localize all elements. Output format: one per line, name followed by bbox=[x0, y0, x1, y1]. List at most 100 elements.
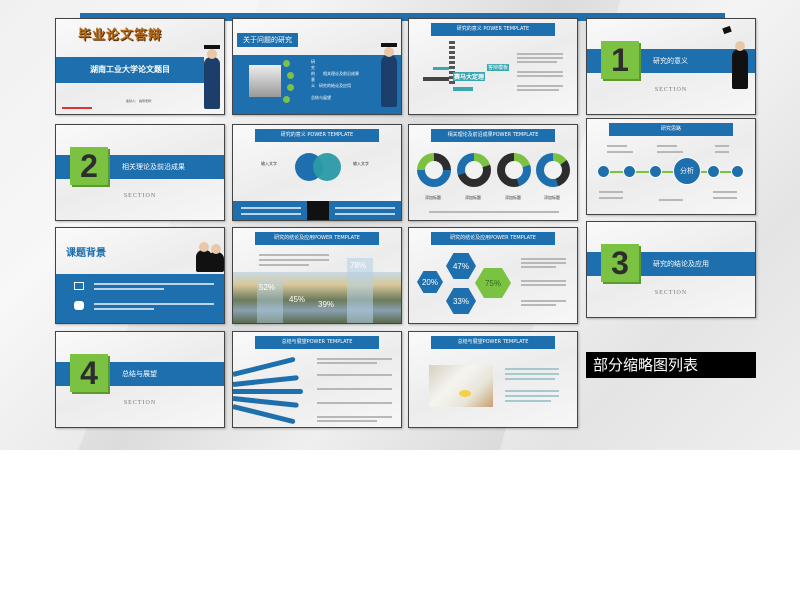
slide-thumbnail-15[interactable]: 总结与展望POWER TEMPLATE bbox=[408, 331, 578, 428]
slide-thumbnail-8[interactable]: 研究思路 分析 bbox=[586, 118, 756, 215]
decoration bbox=[505, 161, 523, 179]
slide-thumbnail-7[interactable]: 相关理论及前沿成果POWER TEMPLATE 添加标题 添加标题 添加标题 添… bbox=[408, 124, 578, 221]
cover-meta: 答辩人： 指导老师： bbox=[126, 99, 154, 103]
placeholder-text-line bbox=[317, 402, 392, 404]
lab-photo bbox=[429, 365, 493, 407]
placeholder-text-line bbox=[607, 145, 627, 147]
footer-photo bbox=[307, 201, 329, 220]
graduate-figure bbox=[732, 41, 748, 89]
slide-thumbnail-9[interactable]: 课题背景 bbox=[55, 227, 225, 324]
slide-thumbnail-10[interactable]: 研究的结论及应用POWER TEMPLATE 52% 45% 39% 78% bbox=[232, 227, 402, 324]
graduates-figure bbox=[208, 244, 224, 272]
slide-ribbon: 研究思路 bbox=[603, 123, 739, 138]
slide-ribbon: 研究的意义 POWER TEMPLATE bbox=[425, 23, 561, 38]
slide-thumbnail-5[interactable]: 2 相关理论及前沿成果 SECTION bbox=[55, 124, 225, 221]
placeholder-text-line bbox=[335, 213, 395, 215]
placeholder-text-line bbox=[505, 378, 555, 380]
decoration bbox=[204, 45, 220, 49]
graduate-figure bbox=[204, 45, 220, 109]
flow-node bbox=[597, 165, 610, 178]
decoration bbox=[381, 43, 397, 47]
placeholder-text-line bbox=[94, 303, 214, 305]
placeholder-text-line bbox=[259, 264, 309, 266]
stat-value: 52% bbox=[259, 283, 276, 292]
slide-ribbon: 总结与展望POWER TEMPLATE bbox=[425, 336, 561, 351]
placeholder-text-line bbox=[521, 262, 566, 264]
donut-label: 添加标题 bbox=[465, 195, 481, 200]
placeholder-text-line bbox=[713, 197, 737, 199]
contents-heading: 关于问题的研究 bbox=[237, 33, 298, 47]
placeholder-text-line bbox=[517, 61, 557, 63]
placeholder-text-line bbox=[241, 213, 301, 215]
placeholder-text-line bbox=[715, 145, 729, 147]
decoration bbox=[425, 161, 443, 179]
section-title: 相关理论及前沿成果 bbox=[122, 163, 185, 171]
placeholder-text-line bbox=[657, 151, 683, 153]
venn-right-label: 输入文字 bbox=[353, 161, 369, 166]
section-subtitle: SECTION bbox=[654, 87, 688, 93]
wordcloud-word bbox=[433, 67, 449, 70]
placeholder-text-line bbox=[521, 280, 566, 282]
decoration bbox=[207, 49, 217, 59]
cover-subtitle: 湖南工业大学论文题目 bbox=[90, 65, 170, 74]
decoration bbox=[735, 41, 745, 51]
placeholder-text-line bbox=[317, 358, 392, 360]
placeholder-text-line bbox=[517, 75, 563, 77]
decoration bbox=[544, 161, 562, 179]
stat-value: 45% bbox=[289, 295, 306, 304]
thumbnail-gallery: 毕业论文答辩 湖南工业大学论文题目 答辩人： 指导老师： 关于问题的研究 研究的… bbox=[0, 0, 800, 450]
slide-ribbon: 总结与展望POWER TEMPLATE bbox=[249, 336, 385, 351]
placeholder-text-line bbox=[94, 283, 214, 285]
contents-photo bbox=[249, 65, 281, 97]
phone-icon bbox=[74, 301, 84, 310]
placeholder-text-line bbox=[317, 362, 377, 364]
placeholder-text-line bbox=[317, 374, 392, 376]
flow-node bbox=[623, 165, 636, 178]
placeholder-text-line bbox=[94, 288, 164, 290]
slide-thumbnail-1[interactable]: 毕业论文答辩 湖南工业大学论文题目 答辩人： 指导老师： bbox=[55, 18, 225, 115]
placeholder-text-line bbox=[505, 395, 559, 397]
slide-thumbnail-3[interactable]: 研究的意义 POWER TEMPLATE 答辩模板 赛马大定理 bbox=[408, 18, 578, 115]
slide-ribbon: 研究的意义 POWER TEMPLATE bbox=[249, 129, 385, 144]
slide-thumbnail-6[interactable]: 研究的意义 POWER TEMPLATE 输入文字 输入文字 bbox=[232, 124, 402, 221]
slide-thumbnail-12[interactable]: 3 研究的结论及应用 SECTION bbox=[586, 221, 756, 318]
wordcloud-word bbox=[423, 77, 449, 81]
slide-thumbnail-4[interactable]: 1 研究的意义 SECTION bbox=[586, 18, 756, 115]
decoration bbox=[199, 242, 209, 252]
donut-chart bbox=[417, 153, 451, 187]
stat-value: 39% bbox=[318, 300, 335, 309]
donut-chart bbox=[536, 153, 570, 187]
gallery-caption: 部分缩略图列表 bbox=[586, 352, 756, 378]
donut-label: 添加标题 bbox=[544, 195, 560, 200]
yolk-detail bbox=[459, 390, 471, 397]
slide-thumbnail-2[interactable]: 关于问题的研究 研究的意义 相关理论及前沿成果 研究的结论及应用 总结与展望 bbox=[232, 18, 402, 115]
slide-heading: 课题背景 bbox=[66, 248, 106, 259]
placeholder-text-line bbox=[317, 420, 377, 422]
slide-thumbnail-11[interactable]: 研究的结论及应用POWER TEMPLATE 47% 20% 75% 33% bbox=[408, 227, 578, 324]
section-subtitle: SECTION bbox=[123, 193, 157, 199]
placeholder-text-line bbox=[259, 259, 329, 261]
placeholder-text-line bbox=[259, 254, 329, 256]
placeholder-text-line bbox=[517, 89, 559, 91]
section-title: 研究的结论及应用 bbox=[653, 260, 709, 268]
placeholder-text-line bbox=[607, 151, 633, 153]
placeholder-text-line bbox=[517, 57, 563, 59]
placeholder-text-line bbox=[715, 151, 729, 153]
donut-label: 添加标题 bbox=[505, 195, 521, 200]
stat-value: 78% bbox=[350, 261, 367, 270]
section-title: 研究的意义 bbox=[653, 57, 688, 65]
section-subtitle: SECTION bbox=[123, 400, 157, 406]
placeholder-text-line bbox=[94, 308, 154, 310]
placeholder-text-line bbox=[659, 199, 683, 201]
decoration bbox=[465, 161, 483, 179]
placeholder-text-line bbox=[241, 207, 301, 209]
section-title: 总结与展望 bbox=[122, 370, 157, 378]
placeholder-text-line bbox=[517, 85, 563, 87]
flow-center-node: 分析 bbox=[673, 157, 701, 185]
monitor-icon bbox=[74, 282, 84, 290]
decoration bbox=[384, 47, 394, 57]
section-subtitle: SECTION bbox=[654, 290, 688, 296]
slide-thumbnail-13[interactable]: 4 总结与展望 SECTION bbox=[55, 331, 225, 428]
donut-chart bbox=[457, 153, 491, 187]
slide-thumbnail-14[interactable]: 总结与展望POWER TEMPLATE bbox=[232, 331, 402, 428]
